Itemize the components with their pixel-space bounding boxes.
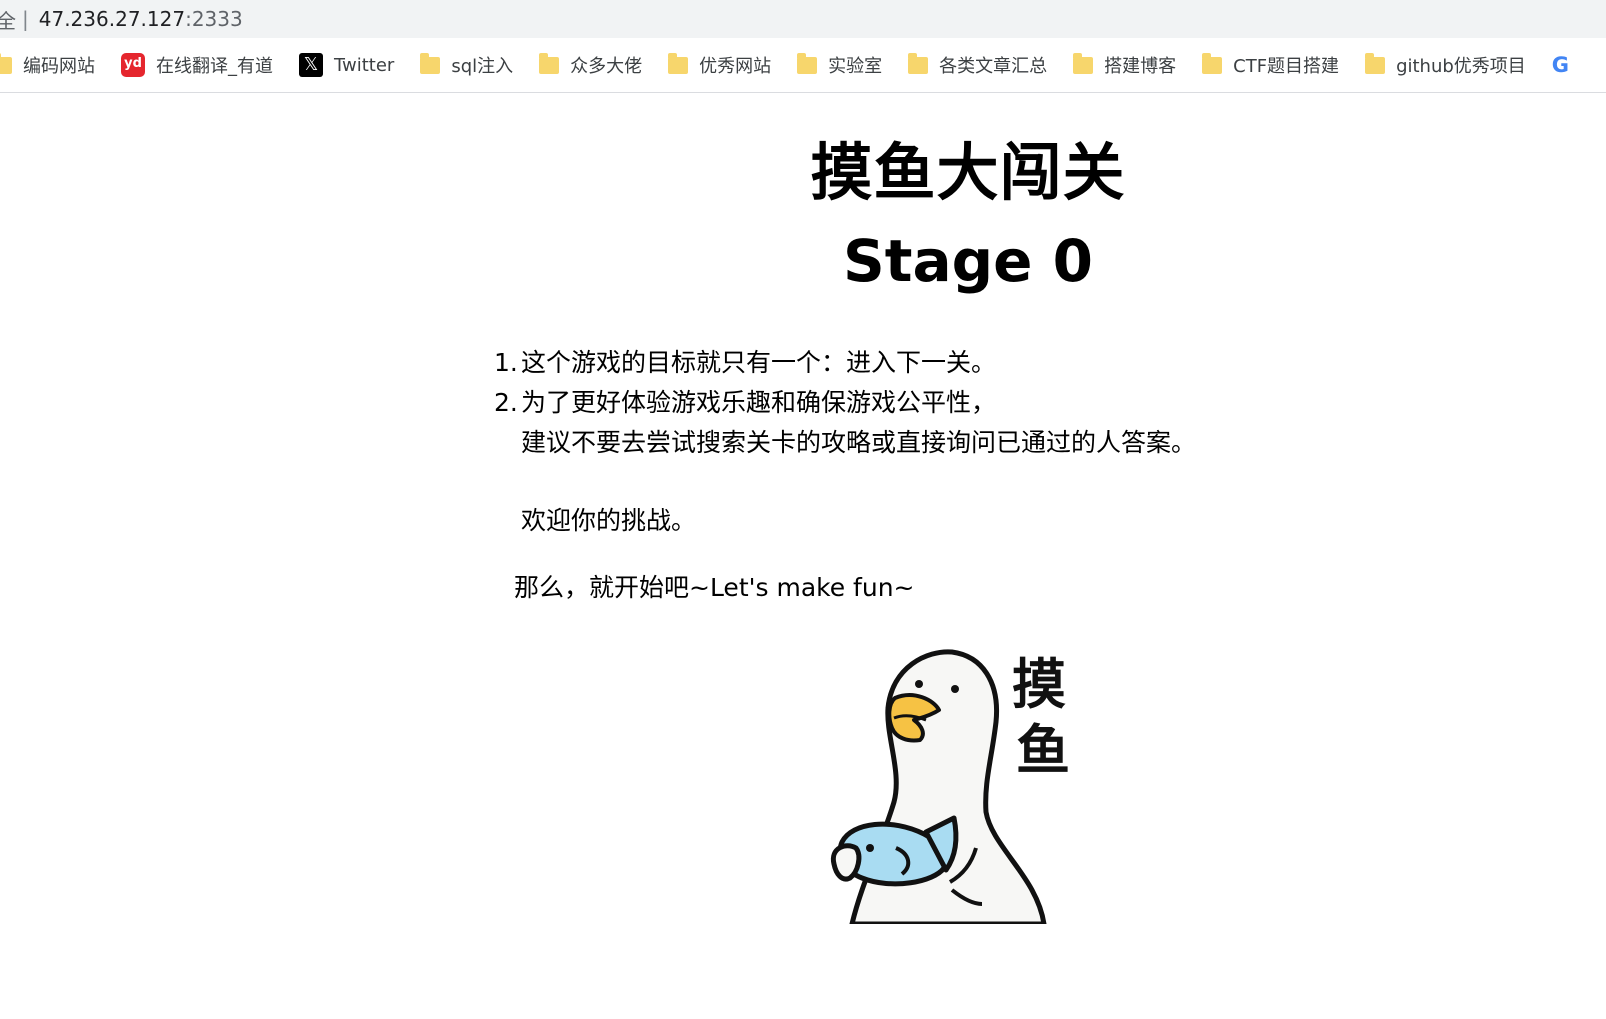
folder-icon [908,52,929,74]
bookmark-lab[interactable]: 实验室 [797,52,882,78]
folder-icon [668,52,689,74]
bookmark-ctf-setup[interactable]: CTF题目搭建 [1202,52,1339,78]
rule-number: 2. [494,388,518,417]
folder-icon [797,52,818,74]
x-logo-icon: 𝕏 [299,53,323,77]
bookmark-encoding-sites[interactable]: 编码网站 [0,52,95,78]
bookmark-google[interactable]: G [1552,54,1585,76]
bookmark-label: github优秀项目 [1396,56,1526,77]
duck-holding-fish-illustration: 摸 鱼 [822,642,1084,927]
bookmark-label: 优秀网站 [699,56,772,77]
folder-icon [1365,52,1386,74]
rule-item: 2. 为了更好体验游戏乐趣和确保游戏公平性， [494,383,1196,423]
rule-item: 1. 这个游戏的目标就只有一个：进入下一关。 [494,343,1196,383]
bookmark-experts[interactable]: 众多大佬 [539,52,642,78]
folder-icon [0,52,12,74]
bookmark-github-projects[interactable]: github优秀项目 [1365,52,1526,78]
folder-icon [1073,52,1094,74]
bookmark-twitter[interactable]: 𝕏 Twitter [299,53,394,77]
rule-text: 这个游戏的目标就只有一个：进入下一关。 [521,348,997,377]
welcome-text: 欢迎你的挑战。 [521,506,697,535]
bookmark-label: Twitter [334,54,395,76]
duck-wing [830,843,862,882]
bookmark-label: CTF题目搭建 [1233,56,1340,77]
youdao-icon: yd [121,53,145,77]
address-bar[interactable]: 全 | 47.236.27.127:2333 [0,0,1606,38]
duck-eye [915,680,923,688]
caption-char-mo: 摸 [1012,653,1066,716]
stage-title-wrap: Stage 0 [0,232,1606,290]
stage-title: Stage 0 [842,227,1094,295]
url-port[interactable]: :2333 [185,7,243,31]
rule-continuation: 建议不要去尝试搜索关卡的攻略或直接询问已通过的人答案。 [521,428,1197,457]
bookmark-label: 众多大佬 [570,56,643,77]
bookmarks-bar: 编码网站 yd 在线翻译_有道 𝕏 Twitter sql注入 众多大佬 优秀网… [0,38,1606,93]
bookmark-label: 搭建博客 [1104,56,1177,77]
rule-number: 1. [494,348,518,377]
page-title: 摸鱼大闯关 [810,136,1126,209]
bookmark-label: sql注入 [451,56,514,77]
duck-eye [951,685,959,693]
fish-eye [866,844,874,852]
bookmark-label: 在线翻译_有道 [156,56,273,77]
page-title-wrap: 摸鱼大闯关 [0,142,1606,204]
rules-list: 1. 这个游戏的目标就只有一个：进入下一关。 2. 为了更好体验游戏乐趣和确保游… [494,343,1196,541]
lets-go-text: 那么，就开始吧~Let's make fun~ [514,573,915,602]
url-host[interactable]: 47.236.27.127 [39,7,185,31]
folder-icon [1202,52,1223,74]
address-separator: | [22,7,29,31]
bookmark-blog-setup[interactable]: 搭建博客 [1073,52,1176,78]
security-label[interactable]: 全 [0,5,16,34]
folder-icon [539,52,560,74]
bookmark-label: 编码网站 [23,56,95,77]
bookmark-label: 实验室 [828,56,883,77]
caption-char-yu: 鱼 [1016,719,1070,782]
bookmark-good-sites[interactable]: 优秀网站 [668,52,771,78]
google-icon: G [1551,53,1570,77]
bookmark-youdao-translate[interactable]: yd 在线翻译_有道 [121,52,273,78]
rule-text: 为了更好体验游戏乐趣和确保游戏公平性， [521,388,997,417]
bookmark-label: 各类文章汇总 [939,56,1048,77]
bookmark-articles[interactable]: 各类文章汇总 [908,52,1047,78]
bookmark-sql-injection[interactable]: sql注入 [420,52,513,78]
folder-icon [420,52,441,74]
